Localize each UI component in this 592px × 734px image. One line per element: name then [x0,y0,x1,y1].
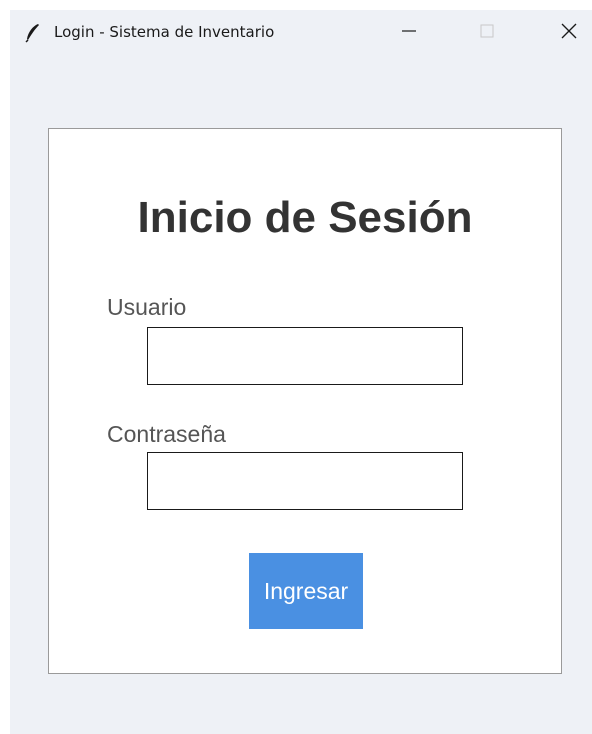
window-title: Login - Sistema de Inventario [54,23,275,41]
username-field[interactable] [147,327,463,385]
close-icon [561,23,577,44]
password-field[interactable] [147,452,463,510]
minimize-icon [402,24,416,43]
close-button[interactable] [546,18,592,48]
app-window: Login - Sistema de Inventario Inicio de … [10,10,592,734]
login-panel: Inicio de Sesión Usuario Contraseña Ingr… [48,128,562,674]
maximize-icon [480,24,494,43]
maximize-button[interactable] [464,18,510,48]
minimize-button[interactable] [386,18,432,48]
page-title: Inicio de Sesión [137,193,473,242]
feather-icon [24,23,42,43]
login-button[interactable]: Ingresar [249,553,363,629]
username-label: Usuario [107,294,187,320]
title-bar: Login - Sistema de Inventario [10,10,592,56]
password-label: Contraseña [107,421,226,447]
